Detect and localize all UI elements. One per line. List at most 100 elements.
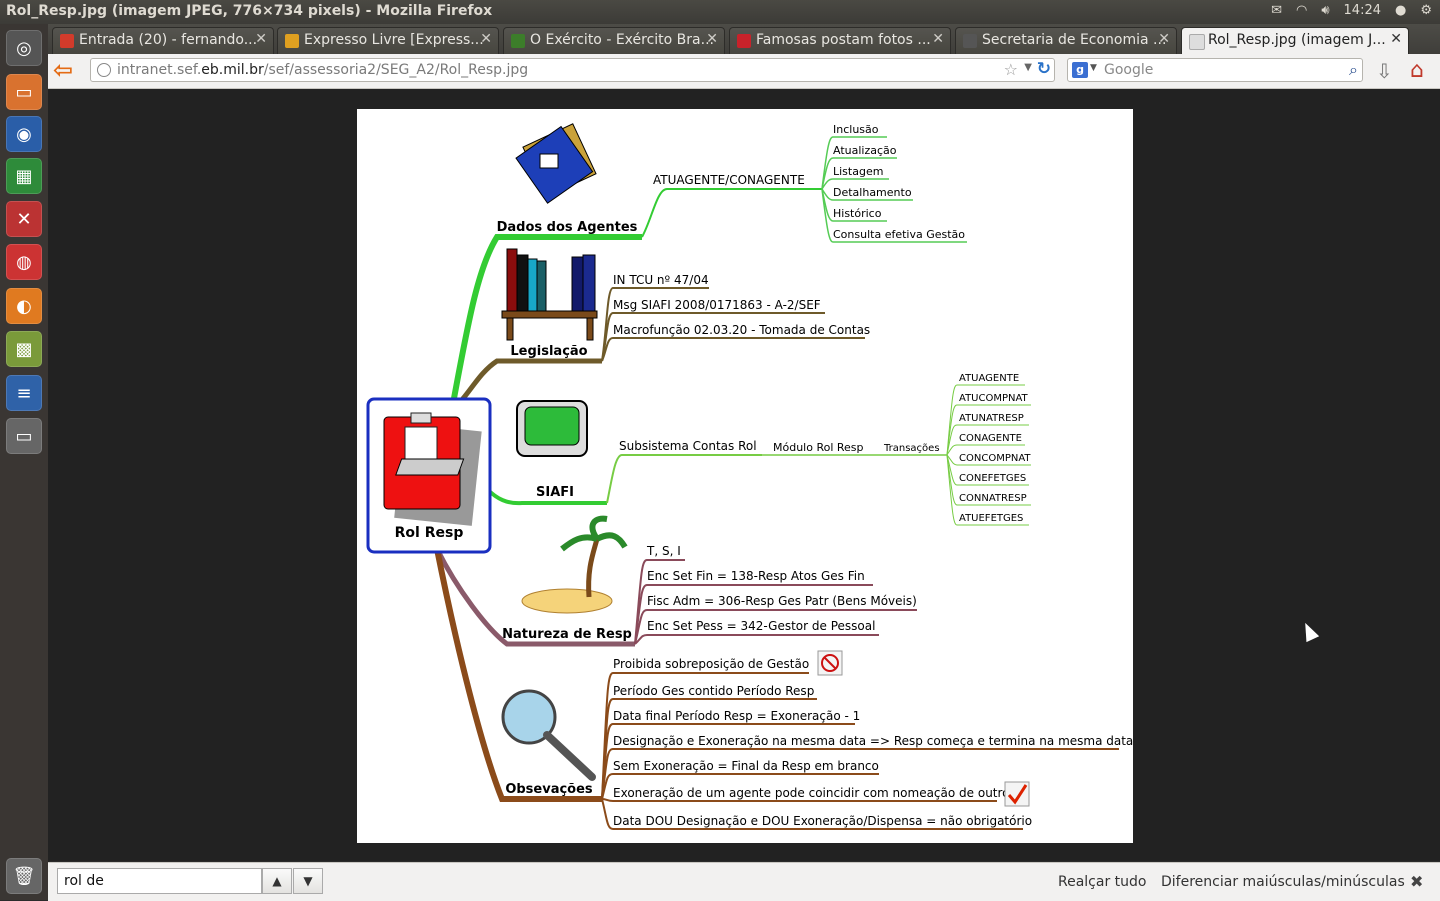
- home-icon[interactable]: ⌂: [1410, 58, 1424, 83]
- close-icon[interactable]: ✕: [480, 31, 492, 47]
- history-dropdown-icon[interactable]: ▼: [1024, 62, 1032, 73]
- tab-label: Expresso Livre [Express...: [304, 32, 484, 48]
- branch-title-observacoes: Obsevações: [505, 782, 593, 797]
- back-arrow-icon[interactable]: ⇦: [53, 58, 79, 84]
- site-identity-icon[interactable]: [97, 63, 111, 77]
- settings-gear-icon[interactable]: ⚙: [1420, 3, 1432, 18]
- mindmap-image[interactable]: Rol Resp Dados dos Agentes Legislação SI…: [357, 109, 1133, 843]
- island-icon: [521, 515, 628, 614]
- system-tray: ✉ ◠ 🔊︎ 14:24 ● ⚙: [1271, 3, 1432, 18]
- search-icon[interactable]: ⌕: [1349, 60, 1358, 80]
- google-engine-icon[interactable]: g: [1072, 62, 1088, 78]
- legislacao-item: Msg SIAFI 2008/0171863 - A-2/SEF: [613, 298, 821, 312]
- tab-label: Famosas postam fotos ...: [756, 32, 931, 48]
- page-icon: [963, 34, 977, 48]
- burner-icon[interactable]: ◐: [6, 288, 42, 324]
- find-next-button[interactable]: ▼: [293, 868, 323, 894]
- close-icon[interactable]: ✕: [706, 31, 718, 47]
- root-label: Rol Resp: [395, 525, 464, 541]
- reload-icon[interactable]: ↻: [1037, 59, 1051, 79]
- firefox-icon[interactable]: ◉: [6, 116, 42, 152]
- agentes-item: Consulta efetiva Gestão: [833, 228, 965, 241]
- books-icon: [501, 248, 598, 341]
- dash-home-icon[interactable]: ◎: [6, 30, 42, 66]
- wifi-icon[interactable]: ◠: [1296, 3, 1307, 18]
- observacao-item: Exoneração de um agente pode coincidir c…: [613, 786, 1010, 800]
- no-entry-icon: [817, 650, 843, 676]
- tab-6-active[interactable]: Rol_Resp.jpg (imagem J... ✕: [1181, 27, 1409, 54]
- image-file-icon: [1189, 34, 1205, 50]
- branch-title-legislacao: Legislação: [510, 344, 587, 359]
- clock[interactable]: 14:24: [1344, 3, 1381, 18]
- tab-2[interactable]: Expresso Livre [Express... ✕: [277, 27, 499, 54]
- find-previous-button[interactable]: ▲: [262, 868, 292, 894]
- tab-label: O Exército - Exército Bra...: [530, 32, 714, 48]
- checkmark-icon: [1004, 781, 1030, 807]
- tab-4[interactable]: Famosas postam fotos ... ✕: [729, 27, 951, 54]
- user-icon[interactable]: ●: [1395, 3, 1406, 18]
- writer-icon[interactable]: ≡: [6, 375, 42, 411]
- natureza-item: T, S, I: [646, 544, 681, 558]
- magnifier-icon: [501, 689, 596, 781]
- siafi-item: ATUEFETGES: [959, 513, 1023, 524]
- legislacao-item: Macrofunção 02.03.20 - Tomada de Contas: [613, 323, 870, 337]
- window-title: Rol_Resp.jpg (imagem JPEG, 776×734 pixel…: [6, 3, 493, 19]
- engine-dropdown-icon[interactable]: ▼: [1090, 63, 1097, 73]
- close-icon[interactable]: ✕: [1158, 31, 1170, 47]
- close-findbar-icon[interactable]: ✖: [1410, 872, 1423, 891]
- branch-title-agentes: Dados dos Agentes: [497, 220, 638, 235]
- siafi-sub3: Transações: [883, 443, 940, 454]
- agentes-item: Detalhamento: [833, 186, 912, 199]
- match-case-button[interactable]: Diferenciar maiúsculas/minúsculas: [1161, 874, 1405, 890]
- observacao-item: Período Ges contido Período Resp: [613, 684, 814, 698]
- find-input[interactable]: [57, 868, 262, 894]
- expresso-icon: [285, 34, 299, 48]
- trash-icon[interactable]: 🗑︎: [6, 858, 42, 894]
- url-path: /sef/assessoria2/SEG_A2/Rol_Resp.jpg: [263, 62, 529, 78]
- agentes-item: Listagem: [833, 165, 883, 178]
- observacao-item: Designação e Exoneração na mesma data =>…: [613, 734, 1133, 748]
- observacao-item: Data final Período Resp = Exoneração - 1: [613, 709, 860, 723]
- system-tools-icon[interactable]: ✕: [6, 201, 42, 237]
- tab-3[interactable]: O Exército - Exército Bra... ✕: [503, 27, 725, 54]
- floppy-disk-icon: [515, 123, 597, 204]
- tab-5[interactable]: Secretaria de Economia ... ✕: [955, 27, 1177, 54]
- branch-title-siafi: SIAFI: [536, 485, 574, 500]
- siafi-sub1: Subsistema Contas Rol: [619, 439, 757, 453]
- natureza-item: Fisc Adm = 306-Resp Ges Patr (Bens Móvei…: [647, 594, 917, 608]
- mail-icon[interactable]: ✉: [1271, 3, 1282, 18]
- volume-icon[interactable]: 🔊︎: [1321, 3, 1329, 18]
- agentes-item: Inclusão: [833, 123, 879, 136]
- observacao-item: Sem Exoneração = Final da Resp em branco: [613, 759, 879, 773]
- close-icon[interactable]: ✕: [255, 31, 267, 47]
- workspaces-icon[interactable]: ▩: [6, 331, 42, 367]
- downloads-icon[interactable]: ⇩: [1376, 59, 1393, 83]
- observacao-item: Proibida sobreposição de Gestão: [613, 657, 809, 671]
- tab-strip: Entrada (20) - fernando... ✕ Expresso Li…: [48, 24, 1440, 54]
- url-bar[interactable]: intranet.sef.eb.mil.br/sef/assessoria2/S…: [90, 58, 1055, 82]
- search-bar[interactable]: g ▼ Google ⌕: [1067, 58, 1363, 82]
- natureza-item: Enc Set Pess = 342-Gestor de Pessoal: [647, 619, 875, 633]
- files-icon[interactable]: ▭: [6, 74, 42, 110]
- tab-label: Secretaria de Economia ...: [982, 32, 1167, 48]
- agentes-item: Atualização: [833, 144, 897, 157]
- url-prefix: intranet.sef.: [117, 62, 202, 78]
- software-center-icon[interactable]: ◍: [6, 244, 42, 280]
- branch-title-natureza: Natureza de Resp: [502, 627, 632, 642]
- tab-1[interactable]: Entrada (20) - fernando... ✕: [52, 27, 274, 54]
- siafi-item: ATUAGENTE: [959, 373, 1019, 384]
- army-site-icon: [511, 34, 525, 48]
- spreadsheet-icon[interactable]: ▦: [6, 158, 42, 194]
- highlight-all-button[interactable]: Realçar tudo: [1058, 874, 1146, 890]
- siafi-item: CONEFETGES: [959, 473, 1026, 484]
- close-icon[interactable]: ✕: [932, 31, 944, 47]
- siafi-item: ATUCOMPNAT: [959, 393, 1029, 404]
- launcher-sidebar: ◎ ▭ ◉ ▦ ✕ ◍ ◐ ▩ ≡ ▭ 🗑︎: [0, 24, 49, 900]
- window-icon[interactable]: ▭: [6, 418, 42, 454]
- close-icon[interactable]: ✕: [1390, 31, 1402, 47]
- gmail-icon: [60, 34, 74, 48]
- siafi-item: ATUNATRESP: [959, 413, 1024, 424]
- siafi-item: CONNATRESP: [959, 493, 1027, 504]
- bookmark-star-icon[interactable]: ☆: [1004, 60, 1018, 79]
- agentes-item: Histórico: [833, 207, 882, 220]
